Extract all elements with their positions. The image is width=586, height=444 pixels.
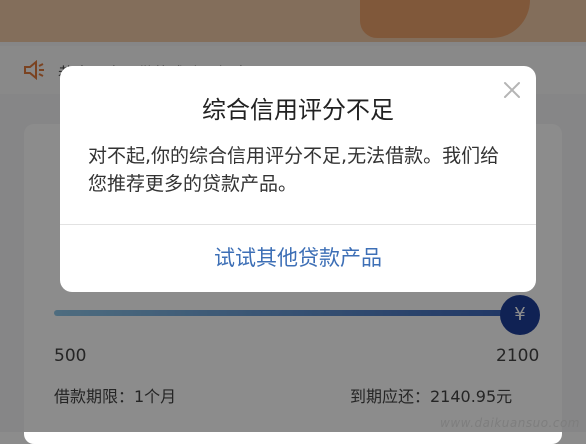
credit-score-dialog: 综合信用评分不足 对不起,你的综合信用评分不足,无法借款。我们给您推荐更多的贷款… xyxy=(60,66,536,292)
try-other-products-button[interactable]: 试试其他贷款产品 xyxy=(60,225,536,292)
dialog-title: 综合信用评分不足 xyxy=(202,96,394,124)
close-icon[interactable] xyxy=(500,78,524,102)
dialog-message: 对不起,你的综合信用评分不足,无法借款。我们给您推荐更多的贷款产品。 xyxy=(88,145,500,195)
